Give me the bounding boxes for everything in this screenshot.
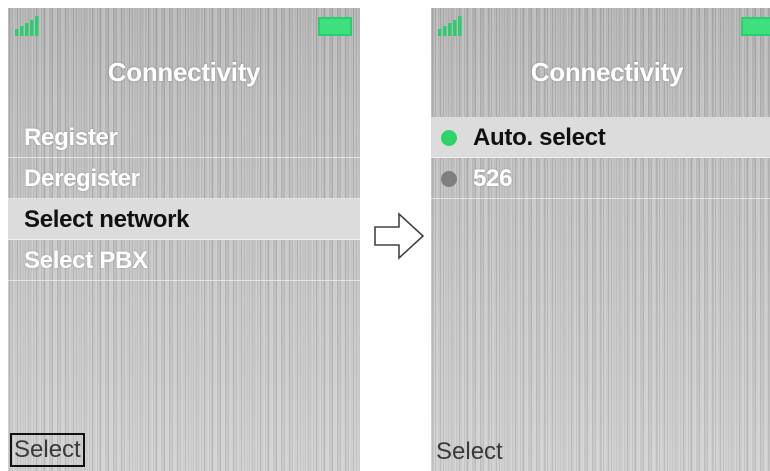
option-auto-select[interactable]: Auto. select <box>431 117 770 158</box>
select-softkey[interactable]: Select <box>10 433 85 467</box>
option-network-526[interactable]: 526 <box>431 158 770 199</box>
menu-item-deregister[interactable]: Deregister <box>8 158 360 199</box>
select-softkey[interactable]: Select <box>435 437 504 467</box>
network-options-list: Auto. select 526 <box>431 117 770 199</box>
connectivity-menu: Register Deregister Select network Selec… <box>8 117 360 281</box>
radio-unchecked-icon <box>441 171 457 187</box>
arrow-right-icon <box>374 212 425 260</box>
battery-icon <box>318 17 352 36</box>
option-label: 526 <box>473 165 513 192</box>
menu-item-select-network[interactable]: Select network <box>8 199 360 240</box>
screen-title: Connectivity <box>107 57 261 87</box>
status-bar <box>8 8 360 42</box>
menu-item-select-pbx[interactable]: Select PBX <box>8 240 360 281</box>
left-phone-screen: Connectivity Register Deregister Select … <box>8 8 360 471</box>
signal-bars-icon <box>15 16 39 36</box>
signal-bars-icon <box>438 16 462 36</box>
status-bar <box>431 8 770 42</box>
screen-title: Connectivity <box>530 57 684 87</box>
menu-item-register[interactable]: Register <box>8 117 360 158</box>
battery-icon <box>741 17 770 36</box>
option-label: Auto. select <box>473 124 606 151</box>
right-phone-screen: Connectivity Auto. select 526 Select <box>431 8 770 471</box>
stage: Connectivity Register Deregister Select … <box>0 0 770 471</box>
radio-checked-icon <box>441 130 457 146</box>
